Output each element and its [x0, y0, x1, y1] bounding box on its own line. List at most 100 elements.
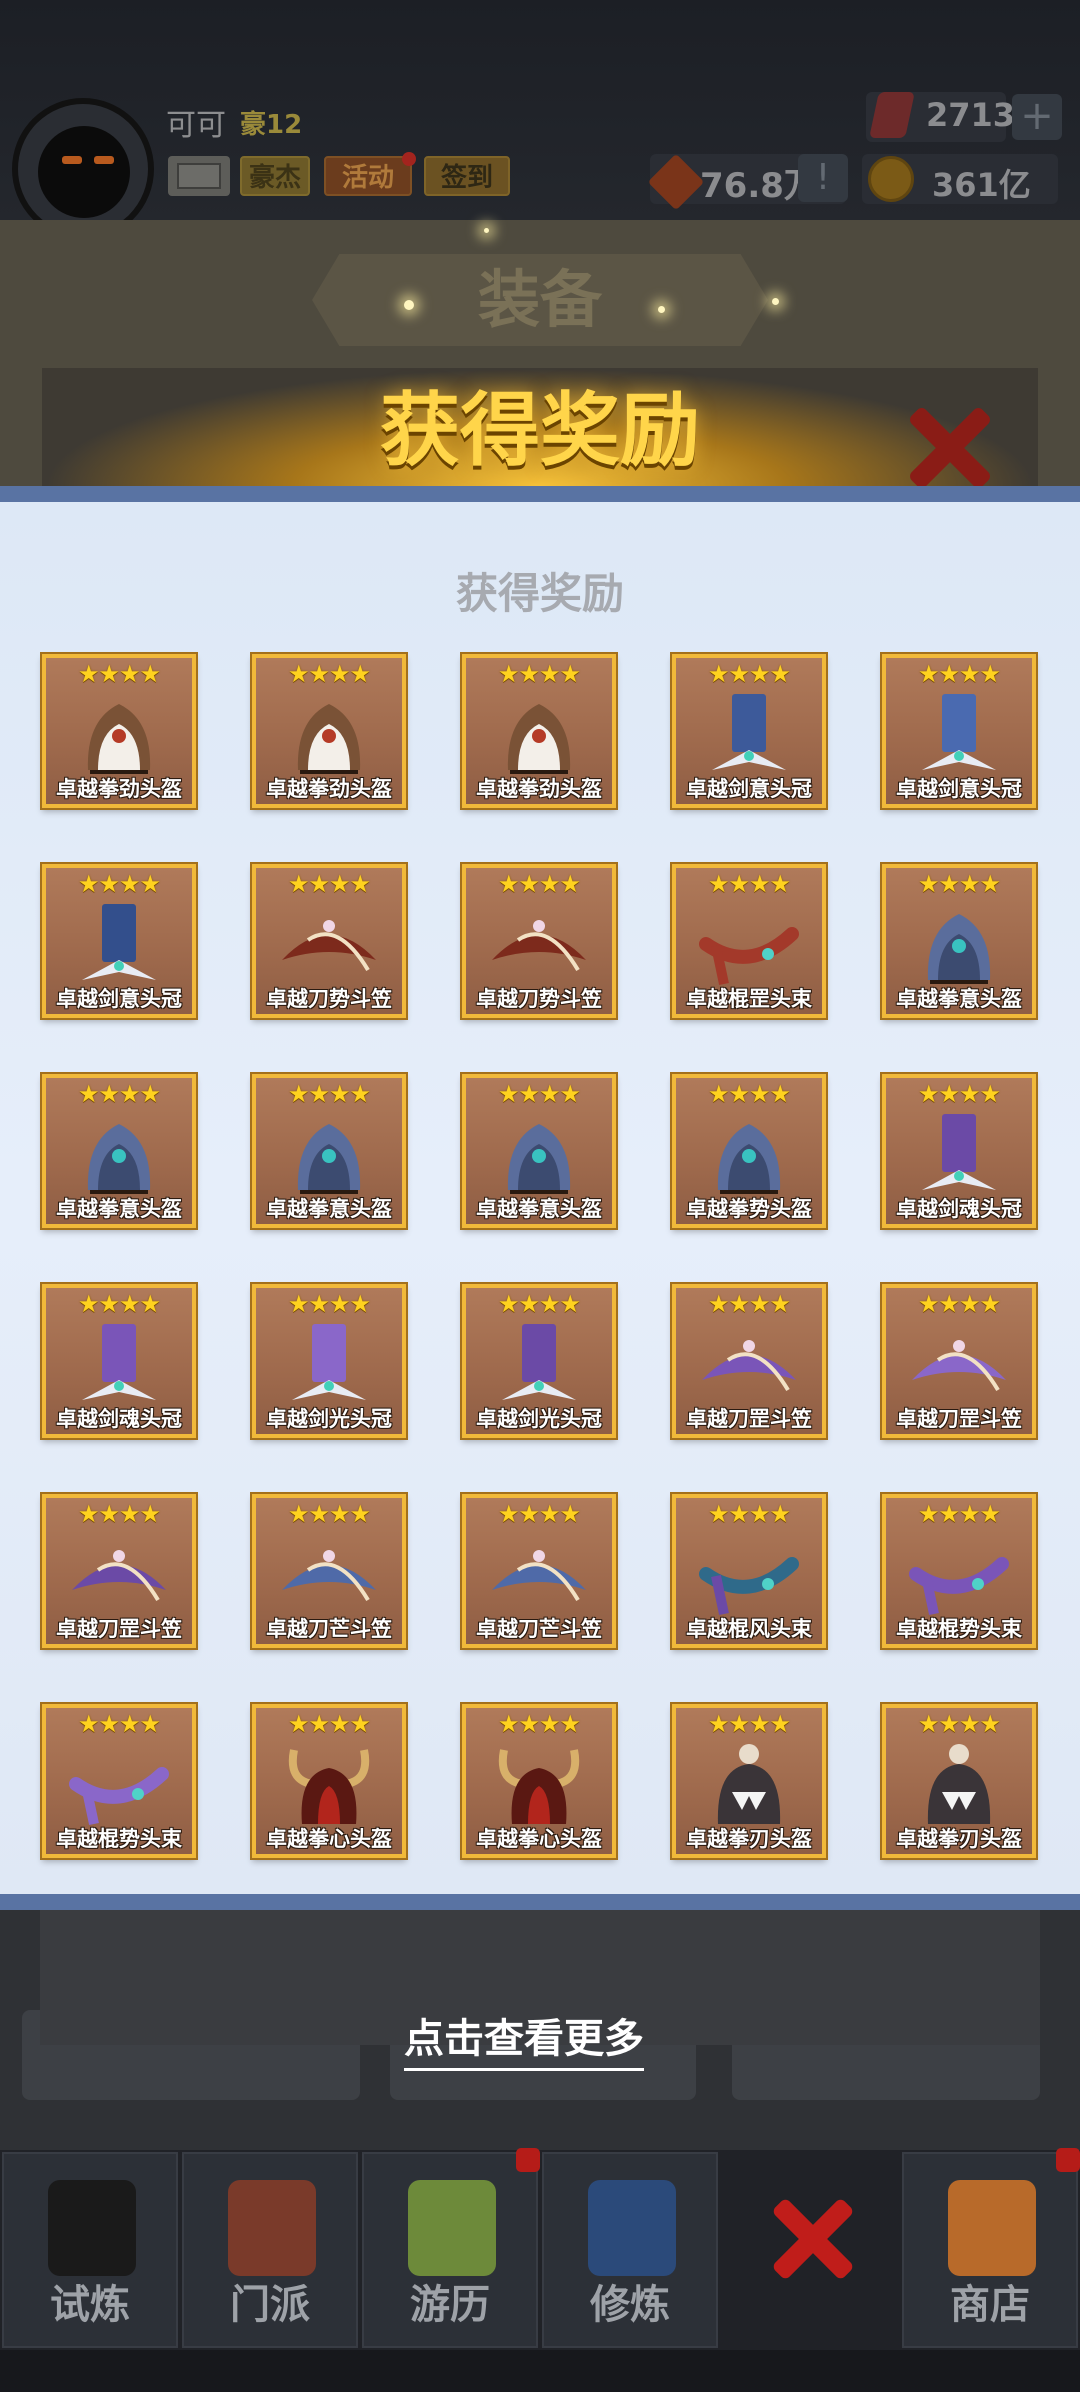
- headband-icon: [908, 1530, 1010, 1618]
- reward-item[interactable]: ★★★★ 卓越棍罡头束: [672, 864, 826, 1018]
- reward-item[interactable]: ★★★★ 卓越剑意头冠: [42, 864, 196, 1018]
- reward-item[interactable]: ★★★★ 卓越刀势斗笠: [462, 864, 616, 1018]
- star-rating: ★★★★: [707, 1710, 791, 1738]
- bamboo-hat-icon: [278, 1530, 380, 1618]
- item-name: 卓越拳刃头盔: [686, 1827, 812, 1851]
- headband-icon: [698, 1530, 800, 1618]
- reward-item[interactable]: ★★★★ 卓越拳劲头盔: [462, 654, 616, 808]
- ninja-head-icon: [38, 126, 130, 218]
- sword-crown-icon: [68, 1320, 170, 1408]
- reward-item[interactable]: ★★★★ 卓越刀罡斗笠: [672, 1284, 826, 1438]
- star-rating: ★★★★: [707, 1500, 791, 1528]
- envelope-icon: [177, 163, 221, 189]
- item-name: 卓越刀势斗笠: [476, 987, 602, 1011]
- reward-item[interactable]: ★★★★ 卓越棍风头束: [672, 1494, 826, 1648]
- close-icon[interactable]: [904, 402, 994, 492]
- bottom-strip: [0, 2350, 1080, 2392]
- reward-item[interactable]: ★★★★ 卓越剑光头冠: [252, 1284, 406, 1438]
- reward-item[interactable]: ★★★★ 卓越棍势头束: [882, 1494, 1036, 1648]
- item-name: 卓越棍势头束: [56, 1827, 182, 1851]
- reward-item[interactable]: ★★★★ 卓越拳劲头盔: [252, 654, 406, 808]
- item-name: 卓越棍罡头束: [686, 987, 812, 1011]
- sparkle: [772, 298, 779, 305]
- nav-tab[interactable]: 试炼: [2, 2152, 178, 2348]
- sword-crown-icon: [698, 690, 800, 778]
- reward-item[interactable]: ★★★★ 卓越棍势头束: [42, 1704, 196, 1858]
- nav-tab[interactable]: 修炼: [542, 2152, 718, 2348]
- star-rating: ★★★★: [497, 1500, 581, 1528]
- reward-item[interactable]: ★★★★ 卓越刀势斗笠: [252, 864, 406, 1018]
- mail-button[interactable]: [168, 156, 230, 196]
- star-rating: ★★★★: [287, 870, 371, 898]
- nav-tab-label: 游历: [410, 2282, 490, 2328]
- star-rating: ★★★★: [287, 1500, 371, 1528]
- player-avatar[interactable]: [12, 98, 154, 240]
- item-name: 卓越剑光头冠: [266, 1407, 392, 1431]
- item-name: 卓越拳劲头盔: [56, 777, 182, 801]
- reward-item[interactable]: ★★★★ 卓越拳刃头盔: [672, 1704, 826, 1858]
- reward-item[interactable]: ★★★★ 卓越刀罡斗笠: [42, 1494, 196, 1648]
- temple-icon: [228, 2180, 316, 2276]
- item-name: 卓越拳意头盔: [476, 1197, 602, 1221]
- view-more-link[interactable]: 点击查看更多: [404, 2010, 644, 2071]
- player-name: 可可: [166, 108, 226, 143]
- star-rating: ★★★★: [917, 870, 1001, 898]
- item-name: 卓越拳心头盔: [266, 1827, 392, 1851]
- headband-icon: [698, 900, 800, 988]
- item-name: 卓越刀罡斗笠: [896, 1407, 1022, 1431]
- scroll-book-icon: [588, 2180, 676, 2276]
- nav-tab[interactable]: 商店: [902, 2152, 1078, 2348]
- fist-helmet-icon: [278, 690, 380, 778]
- event-button[interactable]: 活动: [324, 156, 412, 196]
- fist-helmet-icon: [278, 1110, 380, 1198]
- shop-icon: [948, 2180, 1036, 2276]
- close-icon[interactable]: [770, 2196, 856, 2282]
- nav-tab-label: 商店: [950, 2282, 1030, 2328]
- star-rating: ★★★★: [77, 1710, 161, 1738]
- item-name: 卓越刀芒斗笠: [476, 1617, 602, 1641]
- reward-item[interactable]: ★★★★ 卓越剑魂头冠: [42, 1284, 196, 1438]
- reward-item[interactable]: ★★★★ 卓越拳刃头盔: [882, 1704, 1036, 1858]
- star-rating: ★★★★: [497, 660, 581, 688]
- reward-item[interactable]: ★★★★ 卓越剑意头冠: [672, 654, 826, 808]
- reward-item[interactable]: ★★★★ 卓越剑光头冠: [462, 1284, 616, 1438]
- add-gem-button[interactable]: +: [1012, 94, 1062, 140]
- reward-item[interactable]: ★★★★ 卓越拳意头盔: [42, 1074, 196, 1228]
- reward-item[interactable]: ★★★★ 卓越剑意头冠: [882, 654, 1036, 808]
- nav-tab[interactable]: 门派: [182, 2152, 358, 2348]
- sword-crown-icon: [908, 1110, 1010, 1198]
- star-rating: ★★★★: [497, 1290, 581, 1318]
- reward-item[interactable]: ★★★★ 卓越刀芒斗笠: [462, 1494, 616, 1648]
- star-rating: ★★★★: [707, 660, 791, 688]
- sword-crown-icon: [68, 900, 170, 988]
- reward-item[interactable]: ★★★★ 卓越拳意头盔: [882, 864, 1036, 1018]
- fist-helmet-icon: [698, 1110, 800, 1198]
- reward-item[interactable]: ★★★★ 卓越拳意头盔: [252, 1074, 406, 1228]
- equipment-title: 装备: [477, 263, 602, 336]
- haojie-button[interactable]: 豪杰: [240, 156, 310, 196]
- reward-item[interactable]: ★★★★ 卓越拳意头盔: [462, 1074, 616, 1228]
- reward-item[interactable]: ★★★★ 卓越刀罡斗笠: [882, 1284, 1036, 1438]
- fist-helmet-icon: [488, 1110, 590, 1198]
- star-rating: ★★★★: [287, 660, 371, 688]
- notification-dot: [402, 152, 416, 166]
- headband-icon: [68, 1740, 170, 1828]
- star-rating: ★★★★: [77, 1080, 161, 1108]
- reward-grid: ★★★★ 卓越拳劲头盔 ★★★★ 卓越拳劲头盔 ★★★★ 卓越拳劲头盔 ★★★★ 卓越剑意头冠…: [42, 654, 1038, 1858]
- reward-item[interactable]: ★★★★ 卓越拳心头盔: [252, 1704, 406, 1858]
- sparkle: [404, 300, 414, 310]
- nav-tab[interactable]: 游历: [362, 2152, 538, 2348]
- star-rating: ★★★★: [77, 870, 161, 898]
- reward-item[interactable]: ★★★★ 卓越拳心头盔: [462, 1704, 616, 1858]
- power-info-button[interactable]: !: [798, 154, 848, 202]
- sparkle: [658, 306, 665, 313]
- item-name: 卓越拳意头盔: [56, 1197, 182, 1221]
- reward-item[interactable]: ★★★★ 卓越拳劲头盔: [42, 654, 196, 808]
- checkin-button[interactable]: 签到: [424, 156, 510, 196]
- item-name: 卓越拳意头盔: [896, 987, 1022, 1011]
- reward-item[interactable]: ★★★★ 卓越刀芒斗笠: [252, 1494, 406, 1648]
- star-rating: ★★★★: [287, 1080, 371, 1108]
- reward-item[interactable]: ★★★★ 卓越剑魂头冠: [882, 1074, 1036, 1228]
- star-rating: ★★★★: [287, 1710, 371, 1738]
- reward-item[interactable]: ★★★★ 卓越拳势头盔: [672, 1074, 826, 1228]
